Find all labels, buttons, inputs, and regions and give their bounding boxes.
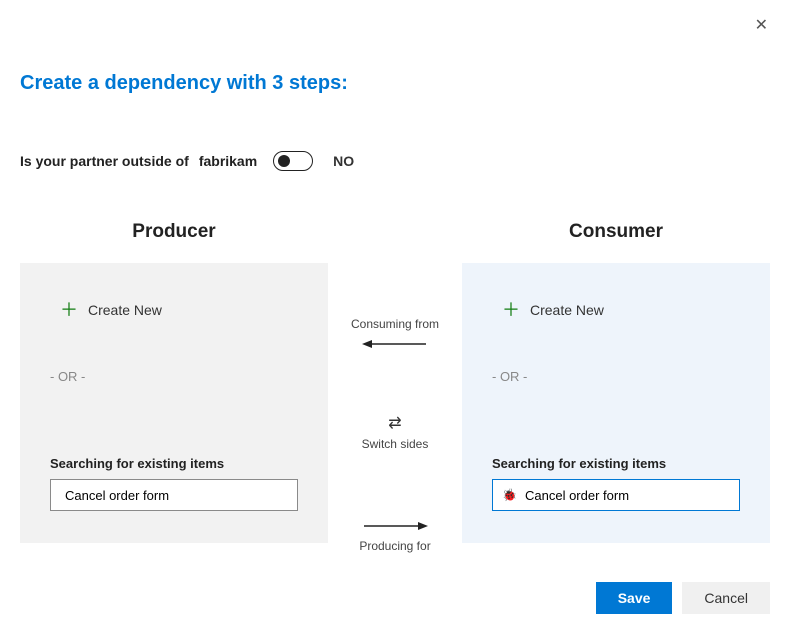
close-icon: ✕ [755,17,768,34]
partner-toggle-state: NO [333,153,354,169]
producer-create-new-button[interactable]: ＋ Create New [60,301,298,319]
plus-icon: ＋ [60,301,78,319]
producer-search-input[interactable] [50,479,298,511]
switch-sides-label: Switch sides [362,437,429,451]
arrow-right-icon [360,519,430,533]
consumer-create-new-label: Create New [530,302,604,318]
bug-icon: 🐞 [502,488,517,502]
consumer-panel: Consumer ＋ Create New - OR - Searching f… [462,221,770,543]
partner-question-label: Is your partner outside of [20,153,189,169]
middle-column: Consuming from ⇄ Switch sides Producing … [328,221,462,553]
close-button[interactable]: ✕ [755,18,768,34]
consuming-from-group: Consuming from [351,317,439,351]
consumer-heading: Consumer [462,221,770,243]
producer-create-new-label: Create New [88,302,162,318]
save-button[interactable]: Save [596,582,673,614]
producer-panel: Producer ＋ Create New - OR - Searching f… [20,221,328,543]
consumer-create-new-button[interactable]: ＋ Create New [502,301,740,319]
producing-for-label: Producing for [359,539,430,553]
consumer-or-label: - OR - [492,369,740,384]
page-title: Create a dependency with 3 steps: [20,72,770,95]
swap-icon: ⇄ [388,413,401,433]
partner-org-name: fabrikam [199,153,257,169]
toggle-knob [278,155,290,167]
producer-heading: Producer [20,221,328,243]
producer-or-label: - OR - [50,369,298,384]
partner-question-row: Is your partner outside of fabrikam NO [20,151,770,171]
partner-outside-toggle[interactable] [273,151,313,171]
consumer-search-input[interactable] [492,479,740,511]
footer-actions: Save Cancel [596,582,770,614]
consuming-from-label: Consuming from [351,317,439,331]
producer-search-label: Searching for existing items [50,456,298,471]
plus-icon: ＋ [502,301,520,319]
switch-sides-button[interactable]: ⇄ Switch sides [362,413,429,457]
cancel-button[interactable]: Cancel [682,582,770,614]
consumer-search-label: Searching for existing items [492,456,740,471]
arrow-left-icon [360,337,430,351]
producing-for-group: Producing for [359,519,430,553]
